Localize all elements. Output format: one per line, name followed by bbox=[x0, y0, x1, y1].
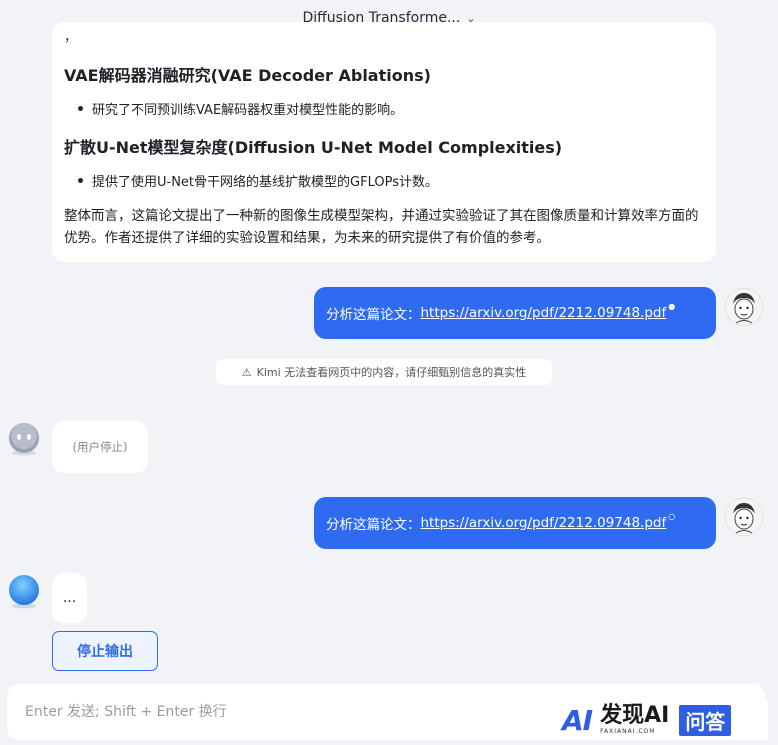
section-heading-vae: VAE解码器消融研究(VAE Decoder Ablations) bbox=[64, 66, 431, 85]
read-status-icon: ○ bbox=[668, 511, 676, 521]
user-message-prefix: 分析这篇论文： bbox=[326, 307, 421, 323]
section-heading-unet: 扩散U-Net模型复杂度(Diffusion U-Net Model Compl… bbox=[64, 138, 563, 157]
stop-output-button[interactable]: 停止输出 bbox=[52, 631, 158, 671]
list-item: 提供了使用U-Net骨干网络的基线扩散模型的GFLOPs计数。 bbox=[78, 171, 438, 190]
chat-input[interactable] bbox=[23, 703, 547, 721]
bullet-text: 研究了不同预训练VAE解码器权重对模型性能的影响。 bbox=[92, 103, 404, 118]
paper-link[interactable]: https://arxiv.org/pdf/2212.09748.pdf bbox=[421, 305, 667, 321]
read-status-icon: ● bbox=[668, 301, 676, 311]
user-avatar[interactable] bbox=[724, 497, 764, 537]
watermark-ai: AI bbox=[562, 703, 593, 737]
user-message-prefix: 分析这篇论文： bbox=[326, 517, 421, 533]
warning-icon: ⚠ bbox=[241, 365, 252, 379]
bullet-dot-icon bbox=[78, 178, 83, 183]
bullet-text: 提供了使用U-Net骨干网络的基线扩散模型的GFLOPs计数。 bbox=[92, 175, 438, 190]
bot-stopped-message: (用户停止) bbox=[52, 421, 148, 473]
warning-notice: ⚠ Kimi 无法查看网页中的内容，请仔细甄别信息的真实性 bbox=[216, 359, 552, 385]
watermark-logo: AI 发现AI FAXIANAI.COM 问答 bbox=[558, 700, 768, 740]
bot-thinking-message: ... bbox=[52, 573, 87, 623]
user-message: 分析这篇论文： https://arxiv.org/pdf/2212.09748… bbox=[314, 287, 716, 339]
watermark-domain: FAXIANAI.COM bbox=[600, 728, 656, 735]
user-message: 分析这篇论文： https://arxiv.org/pdf/2212.09748… bbox=[314, 497, 716, 549]
list-item: 研究了不同预训练VAE解码器权重对模型性能的影响。 bbox=[78, 99, 403, 118]
bullet-dot-icon bbox=[78, 106, 83, 111]
truncated-line: ， bbox=[64, 30, 78, 45]
user-avatar[interactable] bbox=[724, 287, 764, 327]
kimi-avatar bbox=[7, 575, 41, 609]
warning-notice-text: Kimi 无法查看网页中的内容，请仔细甄别信息的真实性 bbox=[256, 366, 527, 379]
assistant-message-card: ， VAE解码器消融研究(VAE Decoder Ablations) 研究了不… bbox=[52, 22, 716, 262]
paper-link[interactable]: https://arxiv.org/pdf/2212.09748.pdf bbox=[421, 515, 667, 531]
kimi-avatar bbox=[7, 423, 41, 457]
watermark-cn: 发现AI bbox=[600, 703, 670, 728]
watermark-tag: 问答 bbox=[679, 704, 732, 736]
summary-paragraph: 整体而言，这篇论文提出了一种新的图像生成模型架构，并通过实验验证了其在图像质量和… bbox=[64, 208, 699, 246]
